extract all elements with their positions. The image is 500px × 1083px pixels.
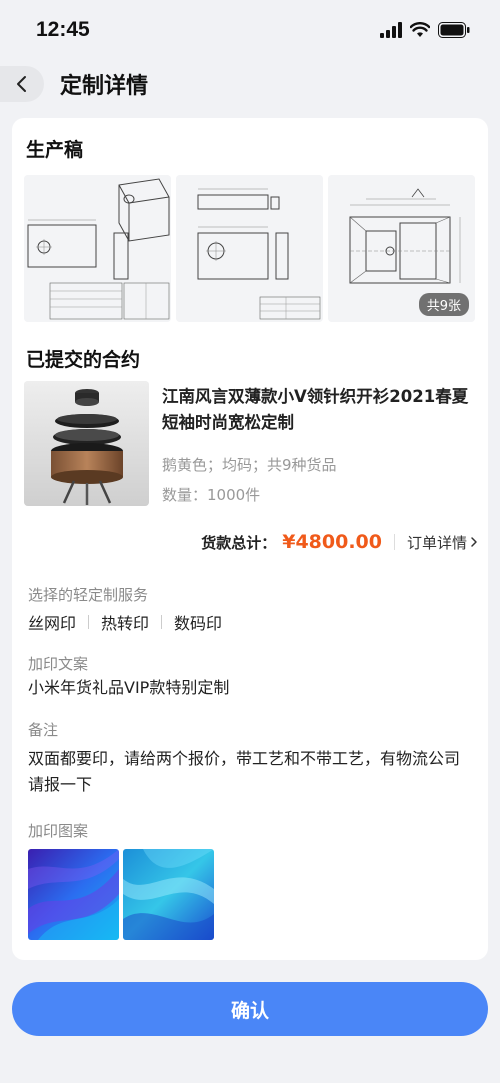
chevron-left-icon <box>17 76 26 92</box>
pattern-image[interactable] <box>123 849 214 940</box>
order-detail-link[interactable]: 订单详情 <box>407 532 478 553</box>
status-time: 12:45 <box>36 18 90 41</box>
total-row: 货款总计： ¥4800.00 订单详情 <box>201 528 478 556</box>
remark-value: 双面都要印，请给两个报价，带工艺和不带工艺，有物流公司请报一下 <box>28 749 461 794</box>
remark-label: 备注 <box>28 721 59 739</box>
product-spec: 鹅黄色；均码；共9种货品 <box>162 456 337 474</box>
production-drawing[interactable] <box>24 175 171 322</box>
service-item: 数码印 <box>174 614 223 633</box>
wifi-icon <box>410 22 430 37</box>
product-image[interactable] <box>24 381 149 506</box>
page-title: 定制详情 <box>60 74 149 99</box>
chevron-right-icon <box>471 537 477 547</box>
divider <box>393 534 395 550</box>
confirm-button[interactable]: 确认 <box>12 982 488 1036</box>
production-drawing[interactable] <box>176 175 323 322</box>
technical-drawing-image <box>24 175 171 322</box>
pattern-thumbnail <box>28 849 119 940</box>
order-detail-label: 订单详情 <box>406 533 467 552</box>
production-drawings: 共9张 <box>24 175 476 322</box>
production-title: 生产稿 <box>26 139 84 161</box>
service-item: 热转印 <box>101 614 150 633</box>
divider <box>161 615 163 629</box>
product-name[interactable]: 江南风言双薄款小V领针织开衫2021春夏短袖时尚宽松定制 <box>162 384 477 436</box>
product-photo <box>24 381 149 506</box>
patterns-label: 加印图案 <box>28 822 89 840</box>
service-item: 丝网印 <box>28 614 77 633</box>
nav-bar: 定制详情 <box>0 62 500 108</box>
production-drawing[interactable]: 共9张 <box>328 175 475 322</box>
pattern-thumbnail <box>123 849 214 940</box>
print-text-label: 加印文案 <box>28 655 89 673</box>
product-quantity: 数量：1000件 <box>162 486 261 504</box>
photo-count-badge: 共9张 <box>418 293 469 316</box>
battery-icon <box>438 22 470 38</box>
total-price: ¥4800.00 <box>282 531 382 553</box>
services-list: 丝网印 热转印 数码印 <box>28 610 222 634</box>
contract-title: 已提交的合约 <box>26 349 141 371</box>
pattern-image[interactable] <box>28 849 119 940</box>
back-button[interactable] <box>0 66 44 102</box>
services-label: 选择的轻定制服务 <box>28 586 149 604</box>
detail-card: 生产稿 共9张 已提交的合约 江南风言双薄款小V领针织开衫2021春夏短袖时尚宽… <box>12 118 488 960</box>
divider <box>88 615 90 629</box>
print-text-value: 小米年货礼品VIP款特别定制 <box>28 678 230 697</box>
status-bar: 12:45 <box>0 0 500 62</box>
signal-icon <box>380 22 402 38</box>
total-label: 货款总计： <box>201 533 277 552</box>
status-icons <box>380 22 470 38</box>
technical-drawing-image <box>176 175 323 322</box>
